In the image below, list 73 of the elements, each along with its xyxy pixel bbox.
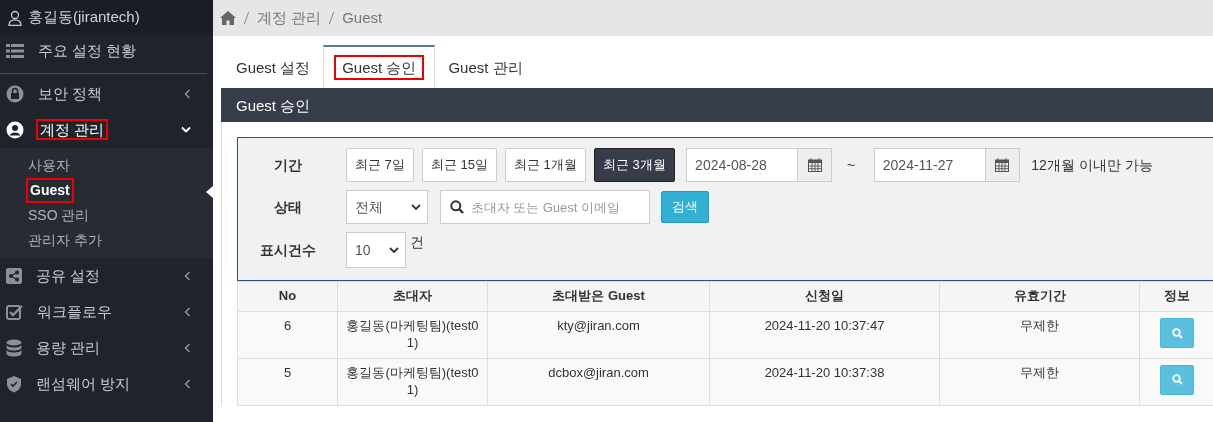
database-icon — [6, 339, 22, 357]
chevron-left-icon — [184, 379, 191, 389]
chevron-left-icon — [184, 271, 191, 281]
column-header: 신청일 — [709, 281, 940, 312]
column-header: 초대자 — [337, 281, 488, 312]
search-icon — [449, 200, 464, 214]
table-cell: 홍길동(마케팅팀)(test01) — [337, 358, 488, 406]
table-cell: 6 — [237, 311, 338, 359]
panel-title: Guest 승인 — [221, 88, 1213, 122]
range-note: 12개월 이내만 가능 — [1031, 155, 1153, 175]
tab[interactable]: Guest 관리 — [435, 45, 536, 88]
period-button[interactable]: 최근 3개월 — [593, 148, 675, 182]
chevron-left-icon — [184, 89, 191, 99]
table-cell: 홍길동(마케팅팀)(test01) — [337, 311, 488, 359]
sidebar-item[interactable]: 용량 관리 — [0, 330, 213, 366]
field-label: 표시건수 — [259, 240, 317, 260]
table-cell: 무제한 — [939, 358, 1140, 406]
sidebar-subitem[interactable]: SSO 관리 — [0, 203, 213, 228]
field-label: 상태 — [273, 197, 303, 217]
column-header: 초대받은 Guest — [487, 281, 710, 312]
calendar-button[interactable] — [798, 148, 833, 182]
unit-label: 건 — [410, 233, 424, 252]
chevron-left-icon — [184, 307, 191, 317]
date-field[interactable]: 2024-08-28 — [686, 148, 799, 182]
status-select[interactable]: 전체 — [346, 190, 428, 224]
sidebar-item[interactable]: 공유 설정 — [0, 258, 213, 294]
sidebar-item[interactable]: 주요 설정 현황 — [0, 35, 213, 67]
sidebar-item[interactable]: 보안 정책 — [0, 76, 213, 112]
chevron-left-icon — [184, 343, 191, 353]
shield-icon — [6, 375, 22, 393]
column-header: 유효기간 — [939, 281, 1140, 312]
table-cell: dcbox@jiran.com — [487, 358, 710, 406]
checkbox-icon — [6, 304, 23, 320]
table-cell: kty@jiran.com — [487, 311, 710, 359]
user-icon — [8, 9, 22, 26]
home-icon — [220, 11, 236, 25]
sidebar-subitem[interactable]: Guest — [0, 178, 213, 203]
list-icon — [6, 44, 24, 58]
column-header: No — [237, 281, 338, 312]
table-cell: 무제한 — [939, 311, 1140, 359]
chevron-down-icon — [411, 203, 421, 211]
chevron-down-icon — [389, 246, 399, 254]
table-cell: 2024-11-20 10:37:38 — [709, 358, 940, 406]
share-icon — [6, 268, 22, 284]
sidebar-item[interactable]: 계정 관리 — [0, 112, 213, 148]
search-icon — [1171, 327, 1183, 339]
tab[interactable]: Guest 승인 — [323, 45, 436, 88]
search-field[interactable]: 초대자 또는 Guest 이메일 — [439, 190, 650, 224]
date-field[interactable]: 2024-11-27 — [873, 148, 986, 182]
search-icon — [1171, 374, 1183, 386]
field-label: 기간 — [273, 155, 303, 175]
calendar-icon — [995, 158, 1010, 172]
lock-icon — [6, 85, 24, 103]
period-button[interactable]: 최근 15일 — [421, 148, 497, 182]
column-header: 정보 — [1139, 281, 1213, 312]
page-size-select[interactable]: 10 — [346, 232, 406, 268]
breadcrumb-item[interactable]: 계정 관리 — [257, 6, 322, 30]
tab[interactable]: Guest 설정 — [223, 45, 324, 88]
table-cell: 2024-11-20 10:37:47 — [709, 311, 940, 359]
user-circle-icon — [6, 121, 24, 139]
period-button[interactable]: 최근 7일 — [346, 148, 414, 182]
period-button[interactable]: 최근 1개월 — [504, 148, 586, 182]
breadcrumb-item[interactable]: Guest — [342, 6, 383, 30]
calendar-icon — [807, 158, 822, 172]
range-separator: ~ — [847, 155, 856, 175]
calendar-button[interactable] — [985, 148, 1020, 182]
sidebar-subitem[interactable]: 관리자 추가 — [0, 228, 213, 253]
sidebar-subitem[interactable]: 사용자 — [0, 153, 213, 178]
sidebar-item[interactable]: 랜섬웨어 방지 — [0, 366, 213, 402]
chevron-down-icon — [181, 126, 191, 134]
sidebar-item[interactable]: 워크플로우 — [0, 294, 213, 330]
user-name: 홍길동(jirantech) — [28, 7, 140, 28]
table-cell: 5 — [237, 358, 338, 406]
